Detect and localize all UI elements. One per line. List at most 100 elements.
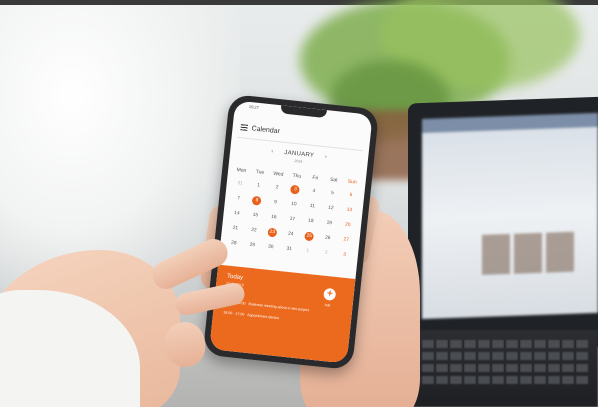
day-number: 16 [270,214,277,221]
day-number: 1 [256,183,261,189]
next-month-button[interactable]: › [316,153,337,161]
calendar-day[interactable]: 29 [243,240,262,251]
add-label: Add [324,302,331,308]
calendar-day[interactable]: 30 [261,242,280,253]
calendar-day[interactable]: 2 [267,182,286,193]
calendar-day-marked[interactable]: 8 [247,195,266,206]
calendar-day[interactable]: 15 [246,210,265,221]
calendar-day[interactable]: 26 [318,233,337,244]
day-number: 19 [326,220,333,227]
day-number: 10 [290,201,297,208]
calendar-day-marked[interactable]: 23 [263,227,282,238]
day-number: 3 [293,187,298,193]
laptop [408,96,598,354]
day-number: 27 [343,237,350,244]
event-time: 16:00 - 17:00 [223,310,245,317]
key-row [408,364,588,372]
day-number: 1 [306,248,310,254]
event-title: Business meeting about a new project [248,301,310,313]
calendar-day[interactable]: 24 [281,229,300,240]
laptop-screen [422,112,598,320]
phone-notch [280,105,327,119]
day-number: 14 [233,210,240,217]
day-number: 28 [230,240,237,247]
calendar-grid: 31 1 2 3 4 5 6 7 8 9 10 11 12 13 14 15 16 17 18 19 20 21 22 23 2… [224,178,361,260]
calendar-day[interactable]: 31 [279,244,298,255]
day-number: 6 [349,192,353,199]
today-label: Today [226,273,244,282]
phone-screen: 10:27 Calendar ‹ JANUARY › 2019 Mon Tue We… [209,100,373,364]
day-number: 11 [309,203,316,210]
day-number: 21 [232,225,239,232]
day-number: 12 [327,205,334,212]
event-item[interactable]: 16:00 - 17:00 Appointment dentist [223,310,279,320]
calendar-day[interactable]: 1 [249,180,268,191]
day-number: 2 [275,185,279,191]
laptop-screen-bar [422,112,598,134]
calendar-day[interactable]: 6 [341,190,360,201]
calendar-day[interactable]: 3 [335,250,354,261]
status-time: 10:27 [248,103,260,110]
weekday-label: Sun [347,178,357,186]
weekday-label: Mon [236,166,247,174]
calendar-day-marked[interactable]: 3 [286,184,305,195]
day-number: 9 [273,200,277,206]
calendar-day[interactable]: 21 [226,223,245,234]
calendar-day[interactable]: 12 [321,203,340,214]
day-number: 7 [236,196,241,202]
day-number: 26 [324,235,331,242]
calendar-day[interactable]: 11 [303,201,322,212]
laptop-screen-image [482,233,510,275]
day-number: 23 [269,229,276,236]
weekday-label: Fri [312,174,319,182]
laptop-screen-image [514,232,542,274]
calendar-day[interactable]: 31 [230,178,249,189]
today-panel: Today 28.01.2019 + Add 12:30 - 13:00Busi… [209,264,356,364]
app-title: Calendar [251,124,281,135]
day-number: 31 [286,246,293,253]
day-number: 18 [307,218,314,225]
calendar-day[interactable]: 5 [323,188,342,199]
day-number: 8 [255,198,259,204]
day-number: 4 [312,189,316,195]
weekday-label: Sat [329,176,338,184]
weekday-label: Thu [292,172,302,180]
day-number: 29 [249,242,256,249]
calendar-day[interactable]: 16 [264,212,283,223]
calendar-day[interactable]: 1 [298,246,317,257]
day-number: 13 [346,207,353,214]
prev-month-button[interactable]: ‹ [262,148,283,156]
calendar-day[interactable]: 28 [224,238,243,249]
day-number: 25 [306,233,313,240]
laptop-keyboard [400,330,598,407]
calendar-day[interactable]: 10 [284,199,303,210]
plus-icon: + [326,288,334,300]
calendar-day[interactable]: 18 [301,216,320,227]
calendar-day[interactable]: 20 [338,220,357,231]
day-number: 2 [324,250,328,256]
day-number: 22 [250,227,257,234]
calendar-day[interactable]: 13 [340,205,359,216]
calendar-day[interactable]: 27 [336,235,355,246]
weekday-label: Wed [272,170,284,178]
app-bar: Calendar [240,121,365,146]
key-row [408,352,588,360]
day-number: 30 [267,244,274,251]
calendar-day[interactable]: 2 [316,248,335,259]
smartphone: 10:27 Calendar ‹ JANUARY › 2019 Mon Tue We… [202,93,380,371]
calendar-day[interactable]: 19 [320,218,339,229]
key-row [408,376,588,384]
hamburger-menu-icon[interactable] [240,124,248,131]
calendar-day[interactable]: 22 [244,225,263,236]
calendar-day[interactable]: 17 [283,214,302,225]
day-number: 3 [342,252,347,258]
calendar-day[interactable]: 14 [227,208,246,219]
day-number: 5 [330,190,334,197]
calendar-day[interactable]: 4 [304,186,323,197]
calendar-day-marked[interactable]: 25 [299,231,318,242]
calendar-day[interactable]: 9 [266,197,285,208]
day-number: 20 [344,222,351,229]
add-event-button[interactable]: + [323,287,337,301]
key-row [408,340,588,348]
calendar-day[interactable]: 7 [229,193,248,204]
